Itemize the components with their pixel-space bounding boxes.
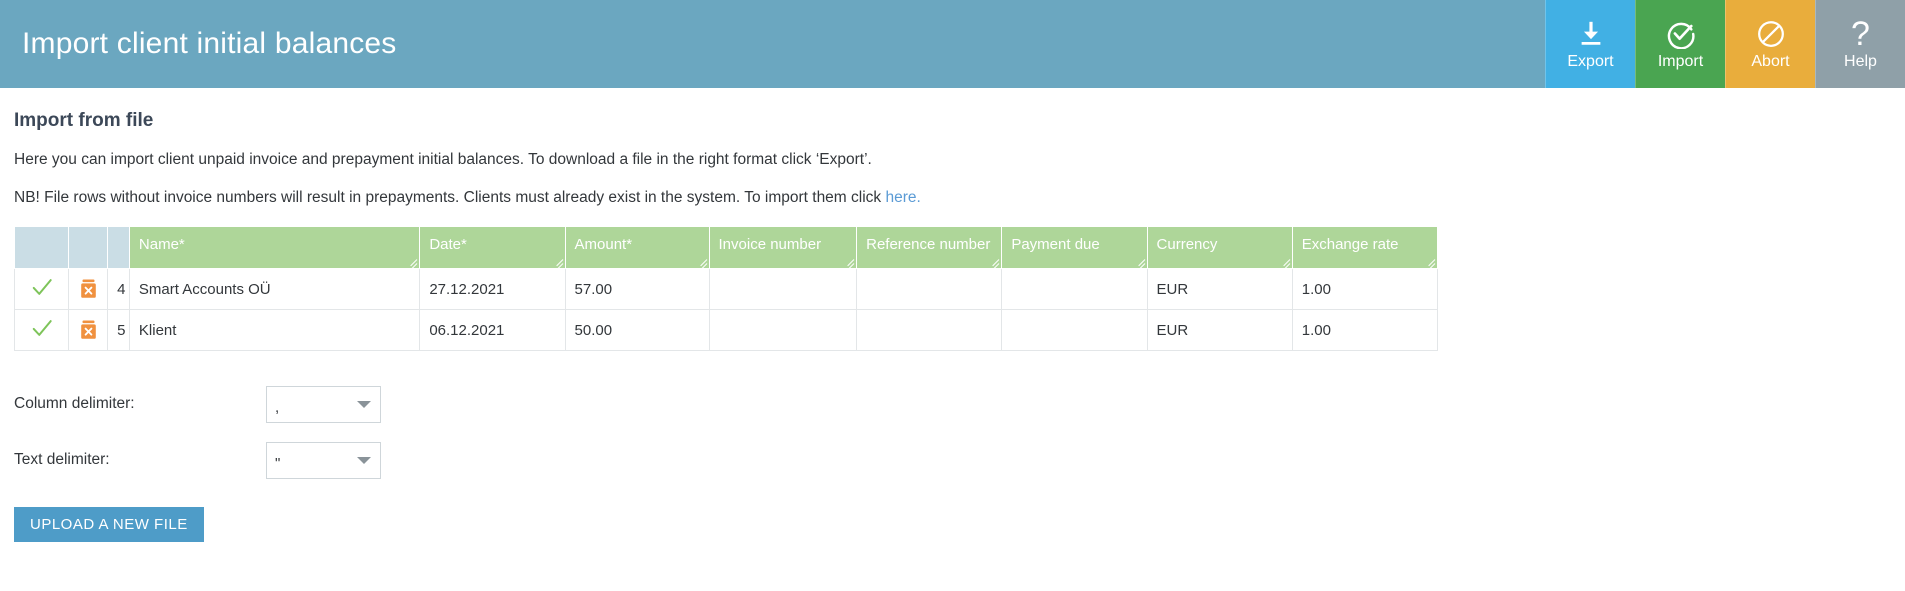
table-header: Name* Date* Amount* Invoice number Refer… xyxy=(13,226,1439,270)
column-delimiter-row: Column delimiter: , xyxy=(14,381,1891,427)
help-button-label: Help xyxy=(1844,53,1877,70)
cell-currency[interactable]: EUR xyxy=(1146,268,1293,311)
cell-reference-number[interactable] xyxy=(856,268,1003,311)
row-delete-cell[interactable] xyxy=(68,309,109,352)
column-header-invoice-number-label: Invoice number xyxy=(718,236,822,254)
row-status-cell xyxy=(13,309,70,352)
page-title: Import client initial balances xyxy=(22,27,397,60)
column-header-payment-due[interactable]: Payment due xyxy=(1001,226,1148,270)
abort-button-label: Abort xyxy=(1751,53,1790,70)
column-header-amount[interactable]: Amount* xyxy=(564,226,710,270)
chevron-down-icon xyxy=(357,401,371,409)
column-resize-grip[interactable] xyxy=(1421,253,1436,268)
header-actions: Export Import Abort ? Help xyxy=(1545,0,1905,88)
text-delimiter-label: Text delimiter: xyxy=(14,451,110,469)
column-header-amount-label: Amount* xyxy=(574,236,633,254)
cell-reference-number[interactable] xyxy=(856,309,1003,352)
note-paragraph: NB! File rows without invoice numbers wi… xyxy=(14,189,1891,208)
download-icon xyxy=(1576,16,1606,52)
column-header-currency[interactable]: Currency xyxy=(1146,226,1293,270)
column-delimiter-label: Column delimiter: xyxy=(14,395,135,413)
cell-exchange-rate[interactable]: 1.00 xyxy=(1291,268,1439,311)
note-text: NB! File rows without invoice numbers wi… xyxy=(14,188,886,206)
checkmark-icon xyxy=(31,276,53,298)
column-delimiter-select[interactable]: , xyxy=(266,385,381,423)
cell-name[interactable]: Klient xyxy=(128,309,421,352)
import-clients-link[interactable]: here. xyxy=(885,189,920,206)
column-resize-grip[interactable] xyxy=(403,253,418,268)
delimiter-form: Column delimiter: , Text delimiter: " UP… xyxy=(14,381,1891,543)
cell-date[interactable]: 06.12.2021 xyxy=(419,309,566,352)
row-number: 5 xyxy=(107,309,130,352)
row-status-cell xyxy=(13,268,70,311)
checkmark-icon xyxy=(31,317,53,339)
column-header-exchange-rate[interactable]: Exchange rate xyxy=(1291,226,1439,270)
cell-date[interactable]: 27.12.2021 xyxy=(419,268,566,311)
table-row: 4 Smart Accounts OÜ 27.12.2021 57.00 EUR… xyxy=(13,268,1439,311)
column-header-date[interactable]: Date* xyxy=(419,226,566,270)
chevron-down-icon xyxy=(357,457,371,465)
cell-currency[interactable]: EUR xyxy=(1146,309,1293,352)
column-header-status xyxy=(13,226,70,270)
column-header-exchange-rate-label: Exchange rate xyxy=(1301,236,1399,254)
column-resize-grip[interactable] xyxy=(1276,253,1291,268)
table-header-row: Name* Date* Amount* Invoice number Refer… xyxy=(13,226,1439,270)
question-mark-icon: ? xyxy=(1851,15,1870,53)
column-header-invoice-number[interactable]: Invoice number xyxy=(708,226,858,270)
check-circle-icon xyxy=(1666,16,1696,52)
column-header-date-label: Date* xyxy=(429,236,467,254)
cell-invoice-number[interactable] xyxy=(708,268,858,311)
row-number: 4 xyxy=(107,268,130,311)
column-header-currency-label: Currency xyxy=(1156,236,1218,254)
cell-name[interactable]: Smart Accounts OÜ xyxy=(128,268,421,311)
import-button-label: Import xyxy=(1657,53,1704,70)
import-preview-table: Name* Date* Amount* Invoice number Refer… xyxy=(13,226,1439,352)
export-button[interactable]: Export xyxy=(1545,0,1635,88)
main-content: Import from file Here you can import cli… xyxy=(0,110,1905,543)
cell-payment-due[interactable] xyxy=(1001,309,1148,352)
import-button[interactable]: Import xyxy=(1635,0,1725,88)
column-resize-grip[interactable] xyxy=(985,253,1000,268)
export-button-label: Export xyxy=(1567,53,1614,70)
column-header-rownumber xyxy=(107,226,130,270)
column-resize-grip[interactable] xyxy=(549,253,563,268)
intro-paragraph: Here you can import client unpaid invoic… xyxy=(14,151,1891,170)
column-delimiter-value: , xyxy=(275,398,280,416)
upload-new-file-button[interactable]: UPLOAD A NEW FILE xyxy=(14,507,204,543)
column-resize-grip[interactable] xyxy=(693,253,707,268)
intro-text: Here you can import client unpaid invoic… xyxy=(14,151,872,168)
column-resize-grip[interactable] xyxy=(840,253,855,268)
trash-delete-icon[interactable] xyxy=(80,320,97,340)
column-resize-grip[interactable] xyxy=(1131,253,1145,268)
column-header-payment-due-label: Payment due xyxy=(1011,236,1100,254)
text-delimiter-value: " xyxy=(275,454,281,472)
column-header-name[interactable]: Name* xyxy=(128,226,421,270)
column-header-delete xyxy=(68,226,109,270)
text-delimiter-row: Text delimiter: " xyxy=(14,437,1891,483)
cell-invoice-number[interactable] xyxy=(708,309,858,352)
cell-payment-due[interactable] xyxy=(1001,268,1148,311)
column-header-reference-number-label: Reference number xyxy=(866,236,991,254)
no-entry-icon xyxy=(1756,16,1786,52)
import-preview-table-wrap: Name* Date* Amount* Invoice number Refer… xyxy=(13,226,1891,352)
abort-button[interactable]: Abort xyxy=(1725,0,1815,88)
section-title: Import from file xyxy=(14,110,154,131)
table-body: 4 Smart Accounts OÜ 27.12.2021 57.00 EUR… xyxy=(13,268,1439,352)
column-header-reference-number[interactable]: Reference number xyxy=(856,226,1003,270)
trash-delete-icon[interactable] xyxy=(80,279,97,299)
cell-exchange-rate[interactable]: 1.00 xyxy=(1291,309,1439,352)
help-button[interactable]: ? Help xyxy=(1815,0,1905,88)
row-delete-cell[interactable] xyxy=(68,268,109,311)
column-header-name-label: Name* xyxy=(138,236,185,254)
app-header: Import client initial balances Export Im… xyxy=(0,0,1905,88)
cell-amount[interactable]: 57.00 xyxy=(564,268,710,311)
cell-amount[interactable]: 50.00 xyxy=(564,309,710,352)
text-delimiter-select[interactable]: " xyxy=(266,441,381,479)
table-row: 5 Klient 06.12.2021 50.00 EUR 1.00 xyxy=(13,309,1439,352)
